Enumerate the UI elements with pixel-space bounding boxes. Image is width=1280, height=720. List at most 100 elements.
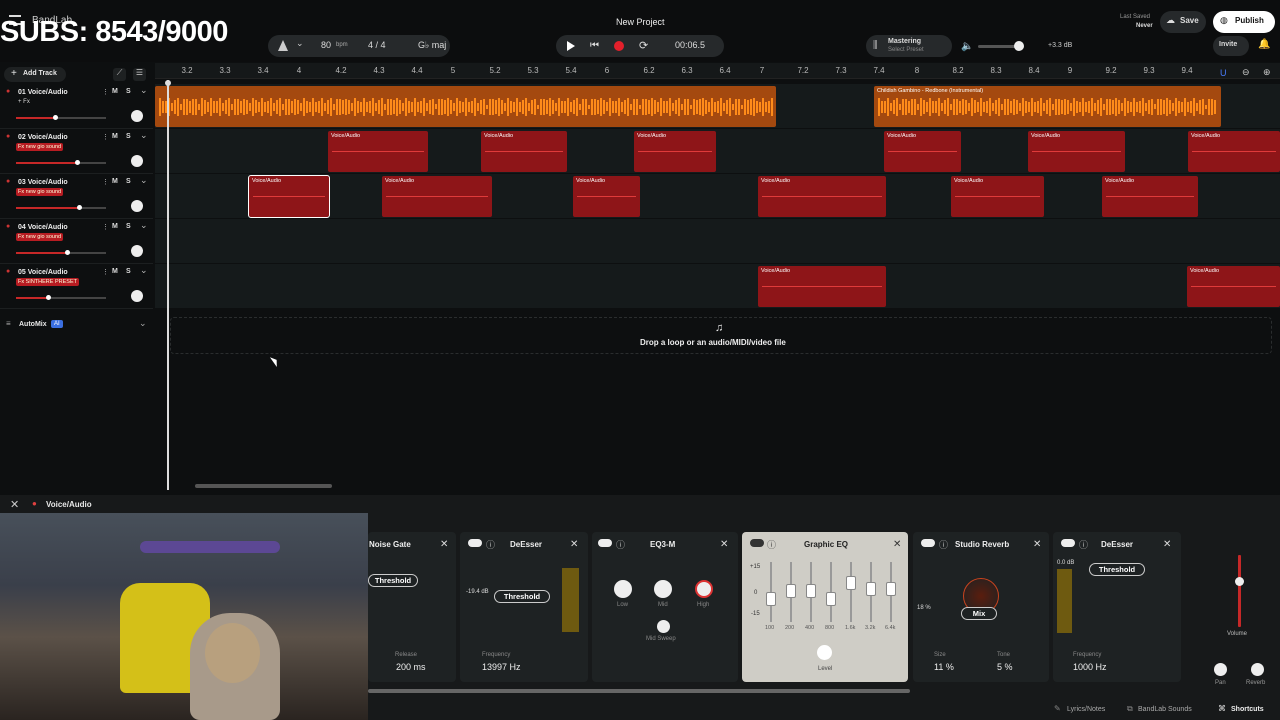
fx-preset-tag[interactable]: + Fx: [16, 98, 32, 106]
track-lane[interactable]: Voice/Audio Voice/Audio: [155, 264, 1280, 309]
volume-fader[interactable]: [1235, 555, 1244, 627]
eq-band-handle[interactable]: [786, 584, 796, 598]
audio-clip[interactable]: Voice/Audio: [1188, 131, 1280, 172]
threshold-control[interactable]: Threshold: [1089, 563, 1145, 576]
solo-button[interactable]: S: [126, 88, 131, 95]
mute-button[interactable]: M: [112, 223, 118, 230]
pan-knob[interactable]: [1214, 663, 1227, 676]
record-arm-icon[interactable]: ●: [6, 178, 10, 185]
lyrics-button[interactable]: Lyrics/Notes: [1067, 706, 1105, 713]
more-icon[interactable]: ⋮: [102, 133, 109, 141]
playhead-handle[interactable]: [165, 80, 171, 86]
chevron-down-icon[interactable]: ⌄: [140, 175, 148, 186]
track-header[interactable]: ● 05 Voice/Audio Fx SINTHERE PRESET ⋮ M S ⌄: [0, 264, 153, 309]
track-lane[interactable]: Voice/Audio Voice/Audio Voice/Audio Voice/A…: [155, 129, 1280, 174]
audio-clip[interactable]: Voice/Audio: [1028, 131, 1125, 172]
more-icon[interactable]: ⋮: [102, 88, 109, 96]
high-knob[interactable]: [695, 580, 713, 598]
magnet-icon[interactable]: U: [1220, 68, 1227, 78]
bpm-value[interactable]: 80: [321, 40, 331, 50]
audio-clip[interactable]: Voice/Audio: [1102, 176, 1198, 217]
solo-button[interactable]: S: [126, 268, 131, 275]
record-arm-icon[interactable]: ●: [6, 133, 10, 140]
tone-value[interactable]: 5 %: [997, 662, 1013, 672]
slider-handle[interactable]: [53, 115, 58, 120]
fx-preset-tag[interactable]: Fx new gio sound: [16, 188, 64, 196]
eq-band-handle[interactable]: [866, 582, 876, 596]
eq-band-handle[interactable]: [806, 584, 816, 598]
fx-preset-tag[interactable]: Fx new gio sound: [16, 143, 64, 151]
eq-band-handle[interactable]: [766, 592, 776, 606]
chevron-down-icon[interactable]: ⌄: [140, 85, 148, 96]
close-icon[interactable]: ✕: [570, 539, 578, 550]
play-icon[interactable]: [567, 41, 575, 51]
chevron-down-icon[interactable]: ⌄: [139, 318, 147, 329]
track-volume-slider[interactable]: [16, 205, 106, 210]
solo-button[interactable]: S: [126, 178, 131, 185]
eq-band-handle[interactable]: [886, 582, 896, 596]
toggle-icon[interactable]: [921, 539, 935, 547]
mid-knob[interactable]: [654, 580, 672, 598]
track-volume-slider[interactable]: [16, 160, 106, 165]
bell-icon[interactable]: 🔔: [1258, 39, 1270, 50]
tempo-group[interactable]: ⌄ 80 bpm 4 / 4 G♭ maj: [268, 35, 450, 57]
more-icon[interactable]: ⋮: [102, 268, 109, 276]
zoom-in-icon[interactable]: ⊕: [1263, 67, 1271, 78]
time-signature[interactable]: 4 / 4: [368, 40, 386, 50]
fx-preset-tag[interactable]: Fx new gio sound: [16, 233, 64, 241]
info-icon[interactable]: ⓘ: [486, 538, 495, 551]
slider-handle[interactable]: [46, 295, 51, 300]
track-pan-knob[interactable]: [131, 200, 143, 212]
skip-back-icon[interactable]: ⏮: [590, 40, 599, 51]
track-name[interactable]: 04 Voice/Audio: [18, 224, 68, 231]
loop-icon[interactable]: ⟳: [639, 39, 648, 52]
track-volume-slider[interactable]: [16, 250, 106, 255]
chevron-down-icon[interactable]: ⌄: [140, 130, 148, 141]
track-pan-knob[interactable]: [131, 110, 143, 122]
tool-icon[interactable]: ⟋: [113, 68, 126, 81]
mute-button[interactable]: M: [112, 268, 118, 275]
close-icon[interactable]: ✕: [440, 539, 448, 550]
invite-button[interactable]: Invite: [1213, 36, 1249, 56]
frequency-value[interactable]: 13997 Hz: [482, 662, 521, 672]
volume-icon[interactable]: 🔈: [961, 41, 973, 52]
key-value[interactable]: G♭ maj: [418, 40, 446, 51]
timeline-scrollbar[interactable]: [195, 484, 332, 488]
more-icon[interactable]: ⋮: [102, 178, 109, 186]
frequency-value[interactable]: 1000 Hz: [1073, 662, 1107, 672]
audio-clip[interactable]: Voice/Audio: [758, 266, 886, 307]
mastering-button[interactable]: ⫼ Mastering Select Preset: [866, 35, 952, 57]
record-icon[interactable]: [614, 41, 624, 51]
save-button[interactable]: ☁ Save: [1160, 11, 1206, 33]
slider-handle[interactable]: [65, 250, 70, 255]
chevron-down-icon[interactable]: ⌄: [140, 220, 148, 231]
effects-scrollbar[interactable]: [368, 689, 910, 693]
level-knob[interactable]: [817, 645, 832, 660]
add-track-button[interactable]: + Add Track: [4, 67, 66, 82]
solo-button[interactable]: S: [126, 223, 131, 230]
slider-handle[interactable]: [77, 205, 82, 210]
fx-preset-tag[interactable]: Fx SINTHERE PRESET: [16, 278, 79, 286]
low-knob[interactable]: [614, 580, 632, 598]
playhead[interactable]: [167, 80, 169, 490]
solo-button[interactable]: S: [126, 133, 131, 140]
track-header[interactable]: ● 01 Voice/Audio + Fx ⋮ M S ⌄: [0, 84, 153, 129]
info-icon[interactable]: ⓘ: [1079, 538, 1088, 551]
reverb-knob[interactable]: [1251, 663, 1264, 676]
size-value[interactable]: 11 %: [934, 662, 954, 672]
track-name[interactable]: 02 Voice/Audio: [18, 134, 68, 141]
master-volume-slider[interactable]: [978, 41, 1024, 51]
track-header[interactable]: ● 04 Voice/Audio Fx new gio sound ⋮ M S ⌄: [0, 219, 153, 264]
record-arm-icon[interactable]: ●: [6, 88, 10, 95]
toggle-icon[interactable]: [468, 539, 482, 547]
slider-handle[interactable]: [75, 160, 80, 165]
audio-clip[interactable]: Voice/Audio: [1187, 266, 1280, 307]
eq-band-handle[interactable]: [826, 592, 836, 606]
audio-clip[interactable]: Voice/Audio: [951, 176, 1044, 217]
close-icon[interactable]: ✕: [720, 539, 728, 550]
toggle-icon[interactable]: [1061, 539, 1075, 547]
track-volume-slider[interactable]: [16, 295, 106, 300]
mute-button[interactable]: M: [112, 133, 118, 140]
more-icon[interactable]: ⋮: [102, 223, 109, 231]
info-icon[interactable]: ⓘ: [939, 538, 948, 551]
